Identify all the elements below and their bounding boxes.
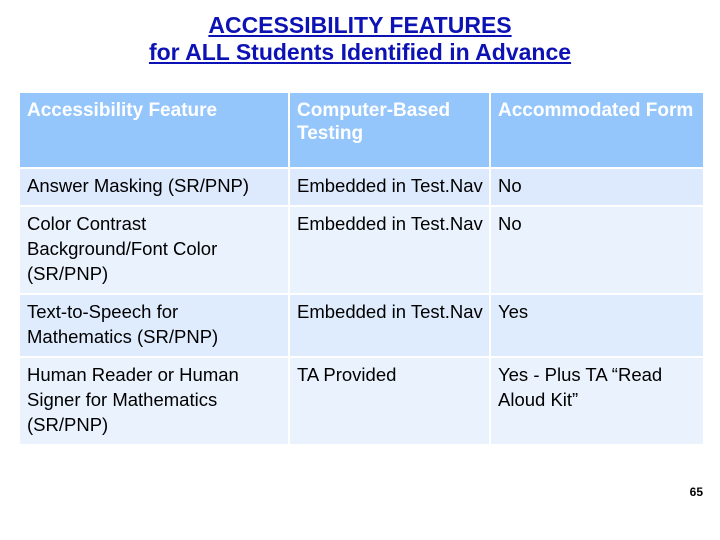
cell-feature: Color Contrast Background/Font Color (SR…: [20, 207, 288, 293]
accessibility-features-table: Accessibility Feature Computer-Based Tes…: [18, 91, 705, 446]
table-body: Answer Masking (SR/PNP) Embedded in Test…: [20, 169, 703, 444]
table-row: Text-to-Speech for Mathematics (SR/PNP) …: [20, 295, 703, 356]
cell-accommodated-form: Yes: [491, 295, 703, 356]
cell-feature: Human Reader or Human Signer for Mathema…: [20, 358, 288, 444]
slide-title-line-2: for ALL Students Identified in Advance: [148, 39, 572, 65]
cell-accommodated-form: No: [491, 207, 703, 293]
cell-computer-based-testing: TA Provided: [290, 358, 489, 444]
table-row: Answer Masking (SR/PNP) Embedded in Test…: [20, 169, 703, 205]
column-header-accommodated-form: Accommodated Form: [491, 93, 703, 167]
table-header: Accessibility Feature Computer-Based Tes…: [20, 93, 703, 167]
cell-accommodated-form: No: [491, 169, 703, 205]
table-row: Color Contrast Background/Font Color (SR…: [20, 207, 703, 293]
column-header-accessibility-feature: Accessibility Feature: [20, 93, 288, 167]
cell-accommodated-form: Yes - Plus TA “Read Aloud Kit”: [491, 358, 703, 444]
slide-title-line-1: ACCESSIBILITY FEATURES: [208, 12, 512, 38]
cell-feature: Text-to-Speech for Mathematics (SR/PNP): [20, 295, 288, 356]
page-number: 65: [689, 485, 703, 499]
table-header-row: Accessibility Feature Computer-Based Tes…: [20, 93, 703, 167]
cell-feature: Answer Masking (SR/PNP): [20, 169, 288, 205]
cell-computer-based-testing: Embedded in Test.Nav: [290, 295, 489, 356]
column-header-computer-based-testing: Computer-Based Testing: [290, 93, 489, 167]
table-row: Human Reader or Human Signer for Mathema…: [20, 358, 703, 444]
cell-computer-based-testing: Embedded in Test.Nav: [290, 169, 489, 205]
cell-computer-based-testing: Embedded in Test.Nav: [290, 207, 489, 293]
slide-title: ACCESSIBILITY FEATURES for ALL Students …: [0, 0, 720, 66]
accessibility-features-table-container: Accessibility Feature Computer-Based Tes…: [18, 91, 703, 446]
